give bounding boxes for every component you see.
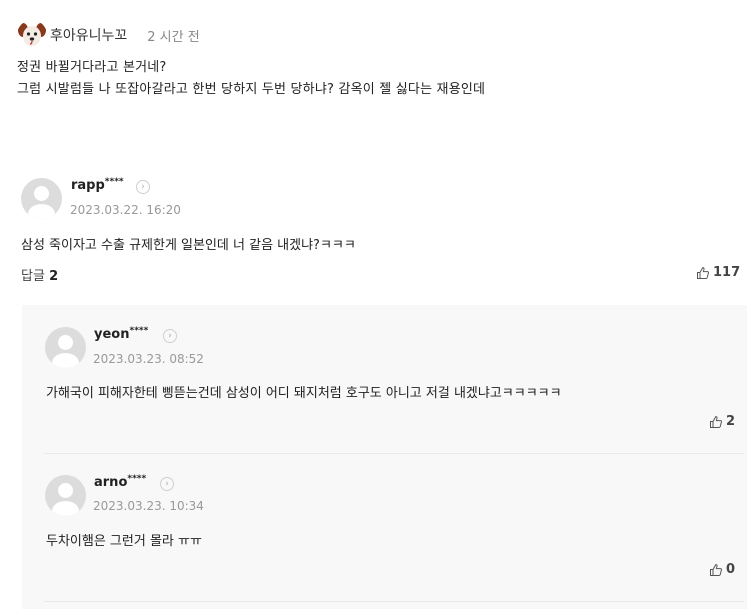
comment-date: 2023.03.22. 16:20: [70, 203, 181, 217]
like-button[interactable]: 0: [709, 562, 735, 577]
reply-author[interactable]: yeon****: [94, 326, 148, 342]
reply-text: 가해국이 피해자한테 삥뜯는건데 삼성이 어디 돼지처럼 호구도 아니고 저걸 …: [46, 386, 562, 401]
reply-text: 두차이햄은 그런거 몰라 ㅠㅠ: [46, 534, 202, 549]
reply-author[interactable]: arno****: [94, 474, 146, 490]
chevron-right-icon[interactable]: ›: [163, 329, 177, 343]
like-button[interactable]: 2: [709, 414, 735, 429]
reply-toggle-button[interactable]: 답글 2: [21, 265, 58, 284]
avatar[interactable]: [21, 178, 62, 219]
avatar[interactable]: [45, 475, 86, 516]
comment: rapp**** › 2023.03.22. 16:20 삼성 죽이자고 수출 …: [0, 0, 747, 305]
reply-date: 2023.03.23. 08:52: [93, 352, 204, 366]
reply-divider: [44, 601, 744, 602]
like-button[interactable]: 117: [696, 265, 740, 280]
reply-list: yeon**** › 2023.03.23. 08:52 가해국이 피해자한테 …: [22, 305, 747, 609]
comment-author[interactable]: rapp****: [71, 177, 124, 193]
comment-text: 삼성 죽이자고 수출 규제한게 일본인데 너 같음 내겠냐?ㅋㅋㅋ: [21, 238, 356, 253]
chevron-right-icon[interactable]: ›: [160, 477, 174, 491]
avatar[interactable]: [45, 327, 86, 368]
reply-divider: [44, 453, 744, 454]
thumbs-up-icon: [697, 266, 709, 279]
chevron-right-icon[interactable]: ›: [136, 180, 150, 194]
thumbs-up-icon: [710, 415, 722, 428]
reply-date: 2023.03.23. 10:34: [93, 499, 204, 513]
thumbs-up-icon: [710, 563, 722, 576]
